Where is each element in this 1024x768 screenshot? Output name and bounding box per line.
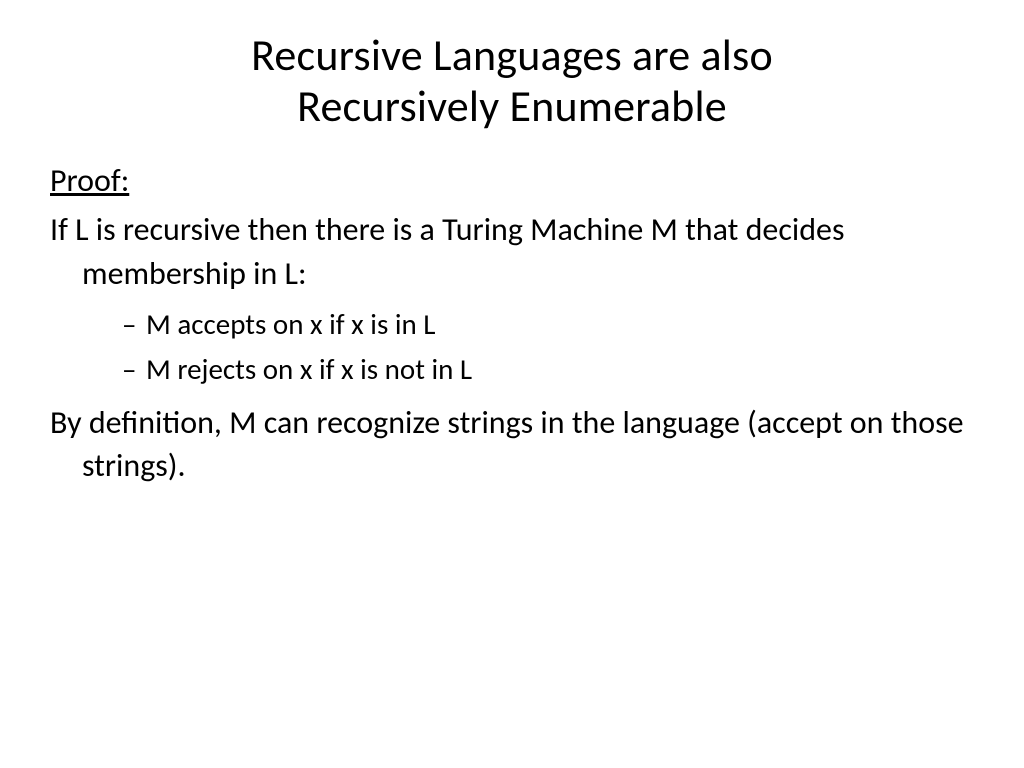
title-line-1: Recursive Languages are also xyxy=(251,28,773,82)
title-line-2: Recursively Enumerable xyxy=(297,79,727,133)
sub-item-accepts: M accepts on x if x is in L xyxy=(122,305,974,344)
sub-item-rejects: M rejects on x if x is not in L xyxy=(122,350,974,389)
paragraph-premise: If L is recursive then there is a Turing… xyxy=(50,208,974,294)
sub-list: M accepts on x if x is in L M rejects on… xyxy=(50,305,974,389)
slide-content: Proof: If L is recursive then there is a… xyxy=(50,159,974,487)
proof-heading: Proof: xyxy=(50,159,974,202)
slide-title: Recursive Languages are also Recursively… xyxy=(50,30,974,131)
paragraph-conclusion: By definition, M can recognize strings i… xyxy=(50,401,974,487)
